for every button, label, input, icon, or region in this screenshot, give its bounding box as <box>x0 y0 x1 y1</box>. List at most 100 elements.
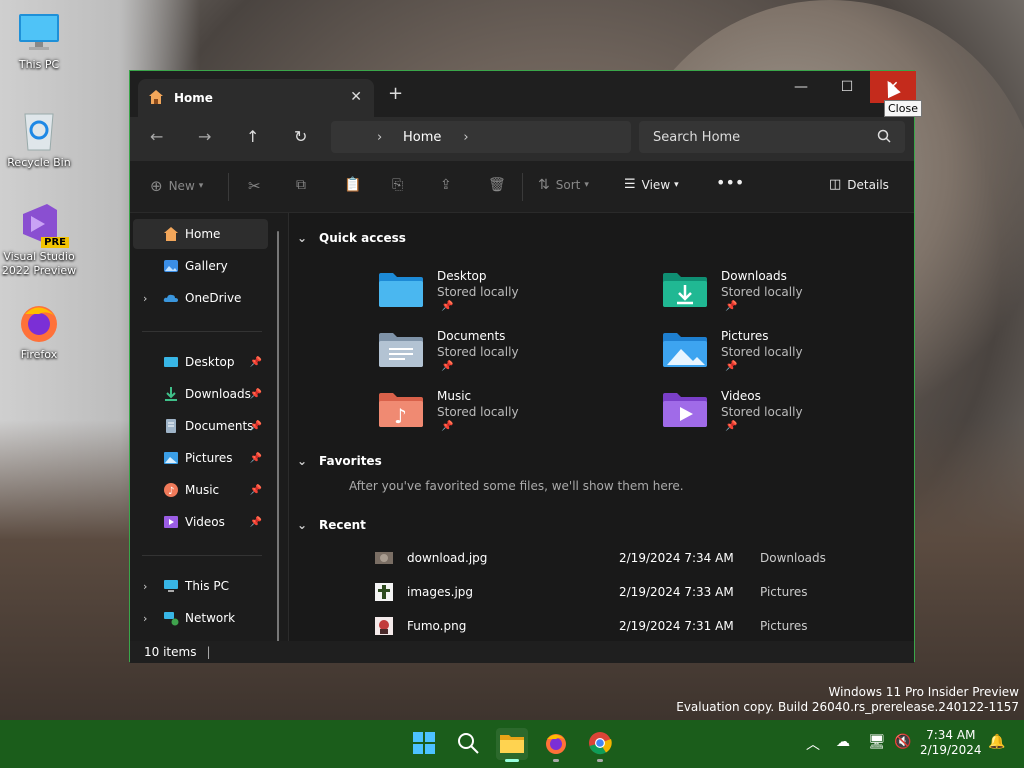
forward-arrow-icon[interactable]: → <box>198 127 211 146</box>
sidebar-item-documents[interactable]: Documents 📌 <box>133 411 268 441</box>
sidebar-scrollbar[interactable] <box>277 231 279 651</box>
quick-access-pictures[interactable]: Pictures Stored locally 📌 <box>663 329 914 387</box>
chevron-right-icon[interactable]: › <box>143 612 147 625</box>
network-status-icon[interactable]: 🖥 <box>868 734 886 750</box>
close-tab-icon[interactable]: ✕ <box>350 89 362 105</box>
pin-icon[interactable]: 📌 <box>250 389 262 400</box>
quick-access-videos[interactable]: Videos Stored locally 📌 <box>663 389 914 447</box>
sidebar-item-this-pc[interactable]: › This PC <box>133 571 268 601</box>
search-input[interactable]: Search Home <box>639 121 905 153</box>
sidebar-item-pictures[interactable]: Pictures 📌 <box>133 443 268 473</box>
chevron-right-icon[interactable]: › <box>143 292 147 305</box>
sidebar-item-home[interactable]: Home <box>133 219 268 249</box>
sidebar-item-onedrive[interactable]: › OneDrive <box>133 283 268 313</box>
close-tooltip: Close <box>884 100 922 117</box>
system-clock[interactable]: 7:34 AM 2/19/2024 <box>920 728 982 758</box>
pin-icon[interactable]: 📌 <box>250 421 262 432</box>
taskbar-firefox[interactable] <box>540 728 572 762</box>
section-title: Recent <box>319 518 366 532</box>
sidebar-item-gallery[interactable]: Gallery <box>133 251 268 281</box>
pin-icon[interactable]: 📌 <box>441 301 453 312</box>
section-title: Favorites <box>319 454 382 468</box>
details-button[interactable]: ◫ Details <box>829 177 889 192</box>
copy-icon[interactable]: ⧉ <box>296 177 306 193</box>
maximize-button[interactable]: ☐ <box>824 71 870 103</box>
sidebar-divider <box>142 331 262 332</box>
taskbar-chrome[interactable] <box>584 728 616 762</box>
paste-icon[interactable]: 📋 <box>344 177 361 193</box>
recent-file-name: images.jpg <box>407 585 474 599</box>
quick-access-documents[interactable]: Documents Stored locally 📌 <box>379 329 639 387</box>
search-button[interactable] <box>452 728 484 760</box>
videos-folder-icon <box>663 391 707 429</box>
sidebar-item-label: Documents <box>185 419 254 433</box>
chevron-down-icon: ▾ <box>198 181 204 191</box>
quick-access-music[interactable]: ♪ Music Stored locally 📌 <box>379 389 639 447</box>
sidebar-item-desktop[interactable]: Desktop 📌 <box>133 347 268 377</box>
taskbar-file-explorer[interactable] <box>496 728 528 762</box>
recent-row[interactable]: Fumo.png 2/19/2024 7:31 AM Pictures <box>375 615 895 639</box>
volume-muted-icon[interactable]: 🔇 <box>894 734 911 750</box>
more-options-icon[interactable]: ••• <box>716 173 744 192</box>
show-hidden-icons-chevron-up-icon[interactable]: ︿ <box>806 734 820 754</box>
desktop-icon-visual-studio[interactable]: PRE Visual Studio 2022 Preview <box>1 202 77 278</box>
pin-icon[interactable]: 📌 <box>441 421 453 432</box>
sidebar-item-downloads[interactable]: Downloads 📌 <box>133 379 268 409</box>
sort-button[interactable]: ⇅ Sort ▾ <box>538 177 589 193</box>
share-icon[interactable]: ⇪ <box>440 177 452 193</box>
pin-icon[interactable]: 📌 <box>250 517 262 528</box>
refresh-icon[interactable]: ↻ <box>294 127 307 146</box>
details-pane-icon: ◫ <box>829 177 842 192</box>
desktop-icon-recycle-bin[interactable]: Recycle Bin <box>1 108 77 170</box>
recent-row[interactable]: images.jpg 2/19/2024 7:33 AM Pictures <box>375 581 895 605</box>
delete-icon[interactable]: 🗑 <box>488 177 506 193</box>
sidebar-item-music[interactable]: ♪ Music 📌 <box>133 475 268 505</box>
chevron-down-icon[interactable]: ⌄ <box>297 518 307 532</box>
onedrive-offline-icon[interactable]: ☁ <box>836 734 850 750</box>
pin-icon[interactable]: 📌 <box>725 421 737 432</box>
quick-access-desktop[interactable]: Desktop Stored locally 📌 <box>379 269 639 327</box>
recent-file-date: 2/19/2024 7:34 AM <box>619 551 734 565</box>
monitor-icon <box>17 10 61 54</box>
pin-icon[interactable]: 📌 <box>250 357 262 368</box>
section-favorites[interactable]: ⌄ Favorites <box>297 454 382 468</box>
minimize-button[interactable]: — <box>778 71 824 103</box>
pin-icon[interactable]: 📌 <box>250 453 262 464</box>
view-button[interactable]: ☰ View ▾ <box>624 177 679 192</box>
chevron-down-icon[interactable]: ⌄ <box>297 454 307 468</box>
tab-home[interactable]: Home ✕ <box>138 79 374 117</box>
desktop-icon-label: Visual Studio 2022 Preview <box>1 250 77 277</box>
taskbar: ︿ ☁ 🖥 🔇 7:34 AM 2/19/2024 🔔 <box>0 720 1024 768</box>
new-button[interactable]: ⊕ New ▾ <box>150 177 203 195</box>
plus-circle-icon: ⊕ <box>150 177 163 195</box>
visual-studio-icon: PRE <box>17 202 69 248</box>
chevron-down-icon[interactable]: ⌄ <box>297 231 307 245</box>
chevron-down-icon: ▾ <box>674 179 679 190</box>
section-recent[interactable]: ⌄ Recent <box>297 518 366 532</box>
navigation-bar: ← → ↑ ↻ › Home › Search Home <box>130 117 914 161</box>
pin-icon[interactable]: 📌 <box>725 301 737 312</box>
quick-access-status: Stored locally <box>721 405 803 419</box>
start-button[interactable] <box>408 728 440 760</box>
cut-icon[interactable]: ✂ <box>248 177 261 195</box>
rename-icon[interactable]: ⎘ <box>392 177 403 193</box>
chevron-right-icon[interactable]: › <box>463 130 468 145</box>
up-arrow-icon[interactable]: ↑ <box>246 127 259 146</box>
pin-icon[interactable]: 📌 <box>250 485 262 496</box>
desktop-icon-this-pc[interactable]: This PC <box>1 10 77 72</box>
pin-icon[interactable]: 📌 <box>725 361 737 372</box>
notification-bell-icon[interactable]: 🔔 <box>988 734 1005 750</box>
pin-icon[interactable]: 📌 <box>441 361 453 372</box>
address-bar[interactable]: › Home › <box>331 121 631 153</box>
breadcrumb-home[interactable]: Home <box>403 130 441 145</box>
sidebar-item-network[interactable]: › Network <box>133 603 268 633</box>
new-tab-button[interactable]: + <box>388 83 403 104</box>
sidebar-item-videos[interactable]: Videos 📌 <box>133 507 268 537</box>
quick-access-downloads[interactable]: Downloads Stored locally 📌 <box>663 269 914 327</box>
desktop-icon-firefox[interactable]: Firefox <box>1 300 77 362</box>
section-quick-access[interactable]: ⌄ Quick access <box>297 231 406 245</box>
back-arrow-icon[interactable]: ← <box>150 127 163 146</box>
music-icon: ♪ <box>163 482 179 498</box>
recent-row[interactable]: download.jpg 2/19/2024 7:34 AM Downloads <box>375 547 895 571</box>
chevron-right-icon[interactable]: › <box>143 580 147 593</box>
